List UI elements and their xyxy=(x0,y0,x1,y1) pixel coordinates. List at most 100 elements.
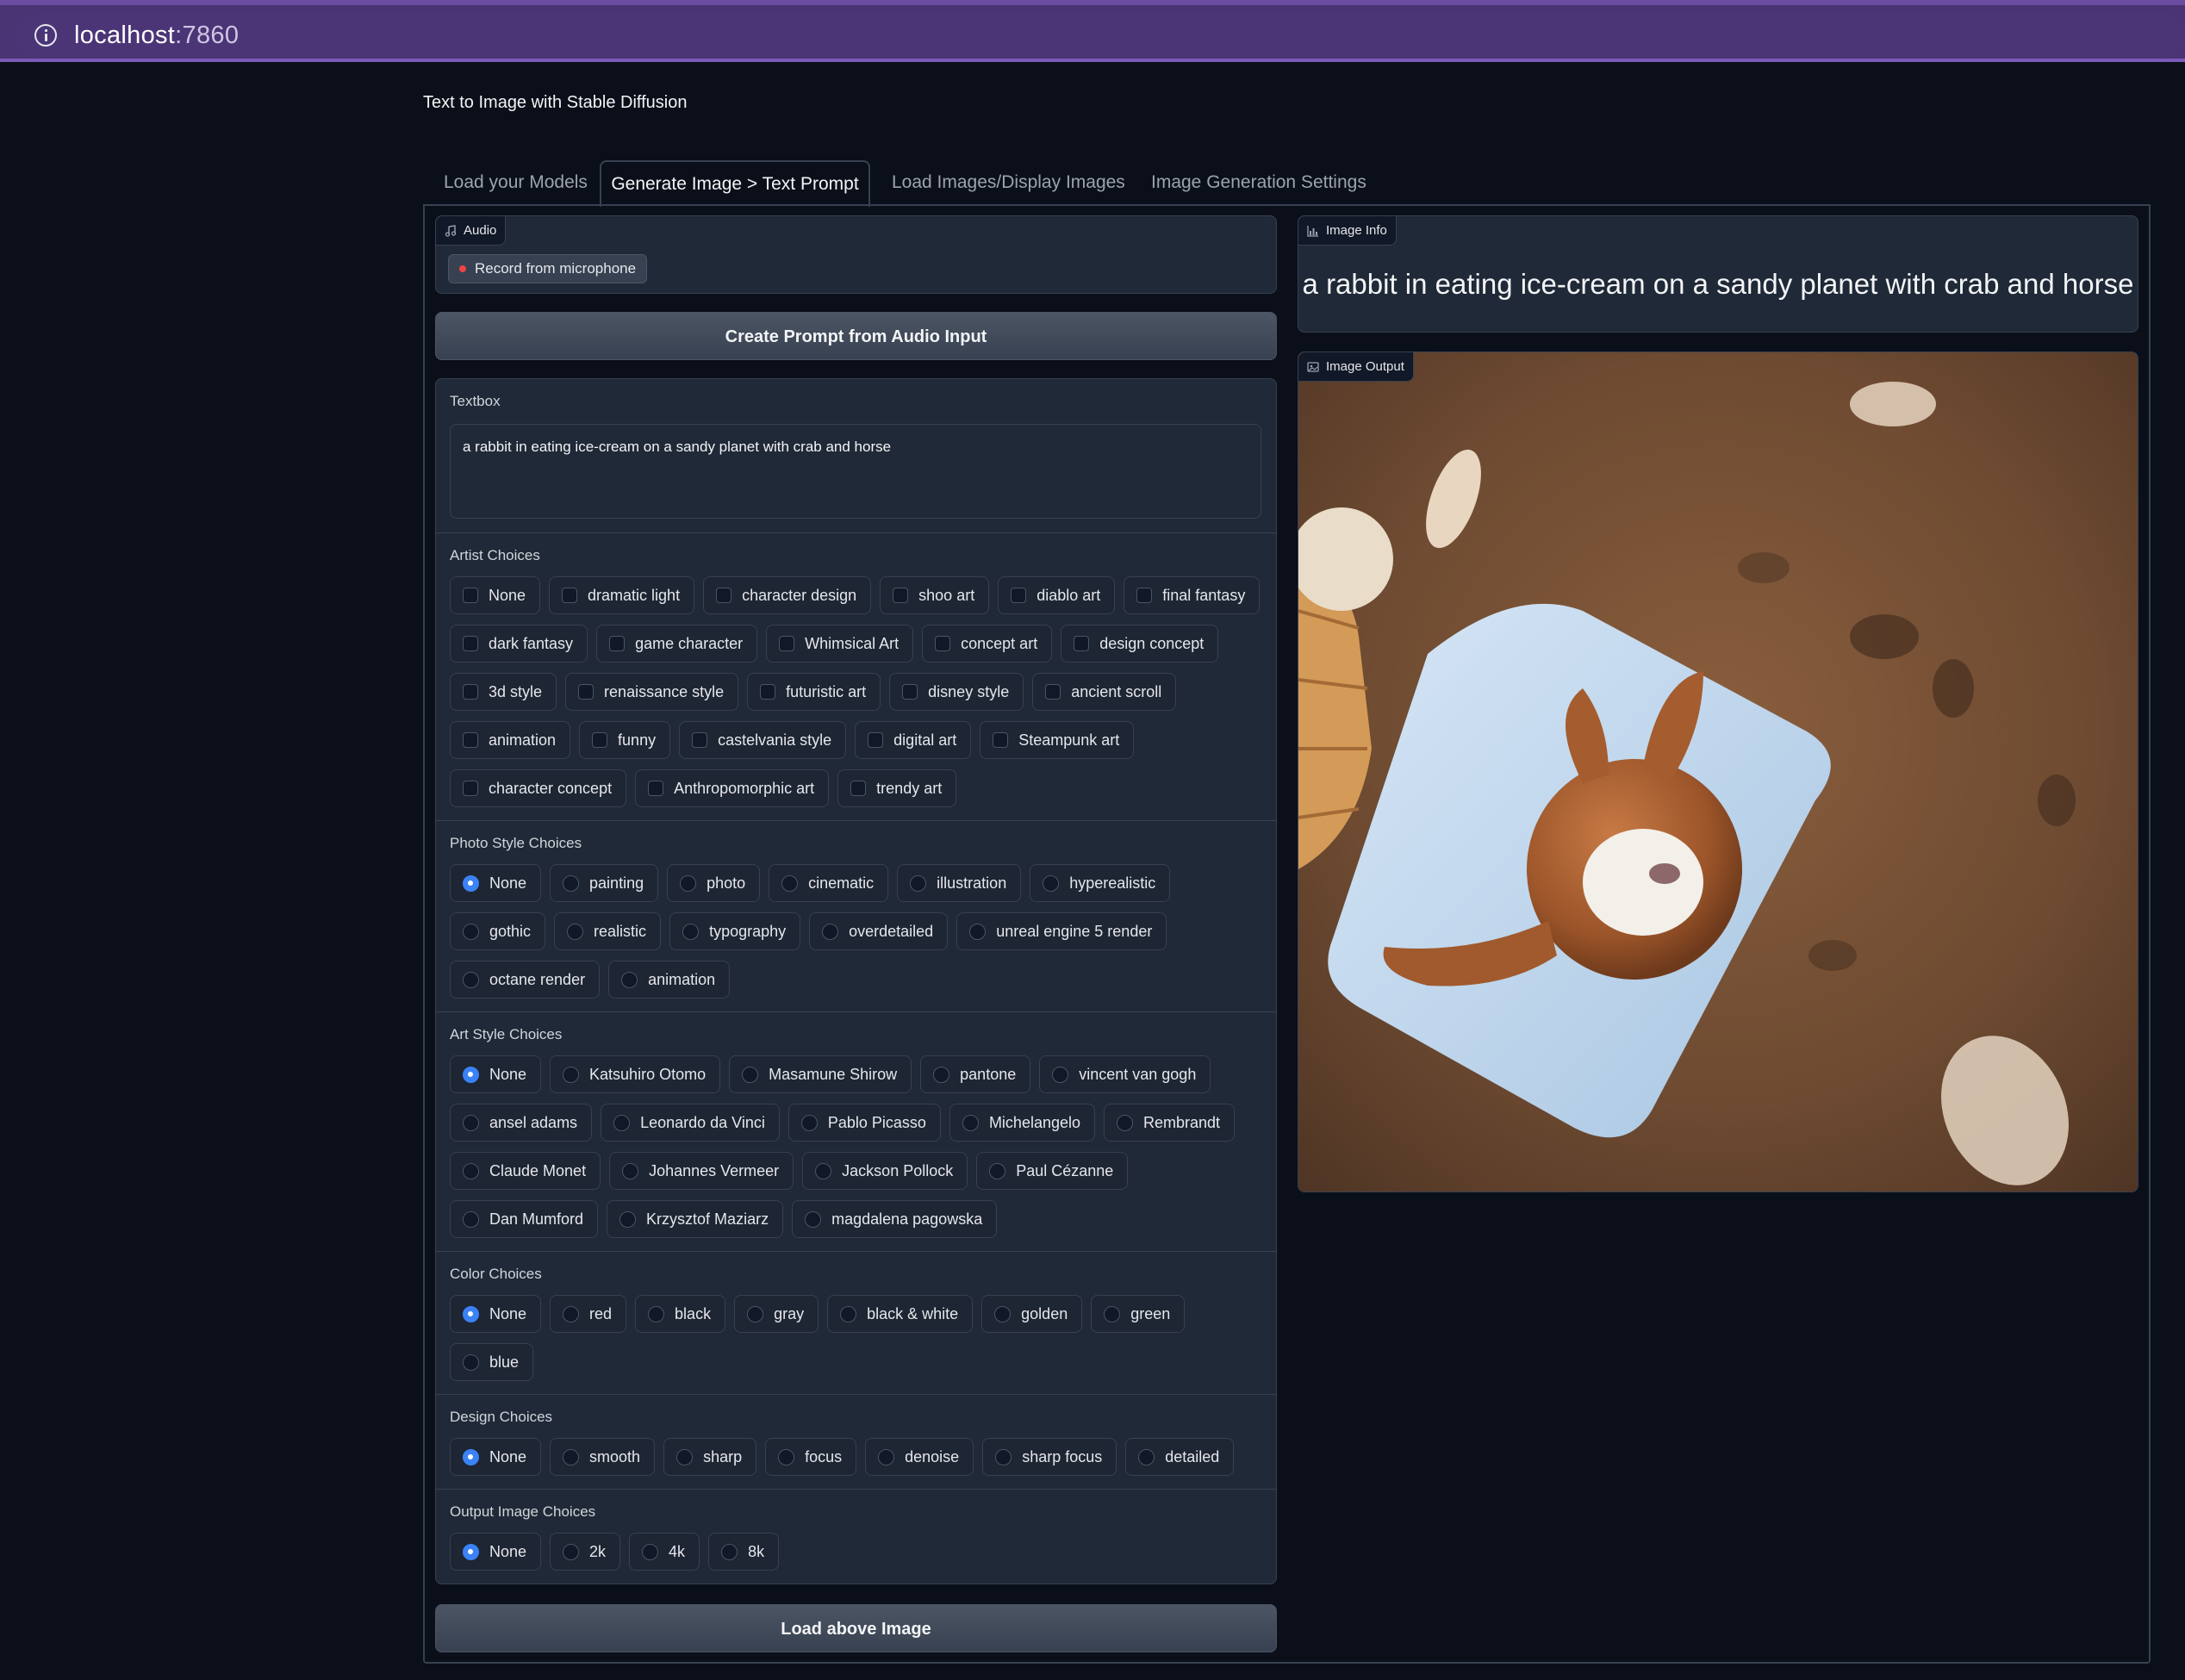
checkbox[interactable] xyxy=(1045,684,1061,700)
radio-button[interactable] xyxy=(463,1162,479,1179)
url-field[interactable]: localhost:7860 xyxy=(16,12,2185,59)
photo-style-option-none[interactable]: None xyxy=(450,864,542,902)
checkbox[interactable] xyxy=(609,636,626,651)
checkbox[interactable] xyxy=(716,588,732,603)
artist-option-character-concept[interactable]: character concept xyxy=(450,769,627,807)
color-option-red[interactable]: red xyxy=(550,1295,627,1333)
artist-option-game-character[interactable]: game character xyxy=(596,625,758,663)
art-style-option-none[interactable]: None xyxy=(450,1055,542,1093)
artist-option-digital-art[interactable]: digital art xyxy=(855,721,972,759)
checkbox[interactable] xyxy=(893,588,909,603)
photo-style-option-hyperealistic[interactable]: hyperealistic xyxy=(1030,864,1171,902)
radio-button[interactable] xyxy=(747,1305,764,1322)
radio-button[interactable] xyxy=(642,1543,659,1560)
color-option-none[interactable]: None xyxy=(450,1295,542,1333)
photo-style-option-unreal-engine-5-render[interactable]: unreal engine 5 render xyxy=(956,912,1167,950)
art-style-option-pablo-picasso[interactable]: Pablo Picasso xyxy=(787,1104,941,1142)
color-option-golden[interactable]: golden xyxy=(981,1295,1083,1333)
tab-load-display-images[interactable]: Load Images/Display Images xyxy=(892,160,1125,205)
radio-button[interactable] xyxy=(962,1114,979,1131)
artist-option-final-fantasy[interactable]: final fantasy xyxy=(1124,576,1261,614)
artist-option-3d-style[interactable]: 3d style xyxy=(450,673,557,711)
radio-button[interactable] xyxy=(1138,1448,1155,1465)
radio-button[interactable] xyxy=(682,923,700,940)
radio-button[interactable] xyxy=(648,1305,665,1322)
radio-button[interactable] xyxy=(463,971,479,988)
load-image-button[interactable]: Load above Image xyxy=(435,1604,1277,1652)
radio-button[interactable] xyxy=(778,1448,795,1465)
checkbox[interactable] xyxy=(562,588,578,603)
design-option-sharp[interactable]: sharp xyxy=(663,1438,757,1476)
output-image-option-2k[interactable]: 2k xyxy=(550,1533,621,1571)
design-option-sharp-focus[interactable]: sharp focus xyxy=(982,1438,1117,1476)
artist-option-animation[interactable]: animation xyxy=(450,721,571,759)
radio-button[interactable] xyxy=(994,1305,1012,1322)
radio-button[interactable] xyxy=(989,1162,1006,1179)
photo-style-option-realistic[interactable]: realistic xyxy=(554,912,662,950)
radio-button[interactable] xyxy=(613,1114,631,1131)
artist-option-shoo-art[interactable]: shoo art xyxy=(880,576,990,614)
checkbox[interactable] xyxy=(648,781,664,796)
radio-button[interactable] xyxy=(822,923,839,940)
artist-option-disney-style[interactable]: disney style xyxy=(889,673,1024,711)
output-image-option-8k[interactable]: 8k xyxy=(708,1533,780,1571)
radio-button[interactable] xyxy=(800,1114,818,1131)
checkbox[interactable] xyxy=(779,636,795,651)
art-style-option-paul-c-zanne[interactable]: Paul Cézanne xyxy=(976,1152,1129,1190)
checkbox[interactable] xyxy=(592,732,608,748)
checkbox[interactable] xyxy=(463,684,478,700)
radio-button[interactable] xyxy=(621,971,638,988)
radio-button[interactable] xyxy=(622,1162,639,1179)
radio-button[interactable] xyxy=(463,1305,479,1322)
checkbox[interactable] xyxy=(868,732,884,748)
color-option-blue[interactable]: blue xyxy=(450,1343,534,1381)
radio-button[interactable] xyxy=(815,1162,832,1179)
design-option-focus[interactable]: focus xyxy=(765,1438,857,1476)
radio-button[interactable] xyxy=(805,1210,822,1228)
color-option-gray[interactable]: gray xyxy=(734,1295,819,1333)
radio-button[interactable] xyxy=(463,1353,479,1371)
design-option-detailed[interactable]: detailed xyxy=(1125,1438,1235,1476)
radio-button[interactable] xyxy=(463,1114,479,1131)
radio-button[interactable] xyxy=(781,874,799,892)
photo-style-option-typography[interactable]: typography xyxy=(669,912,801,950)
photo-style-option-overdetailed[interactable]: overdetailed xyxy=(809,912,949,950)
artist-option-futuristic-art[interactable]: futuristic art xyxy=(747,673,881,711)
art-style-option-krzysztof-maziarz[interactable]: Krzysztof Maziarz xyxy=(607,1200,784,1238)
photo-style-option-animation[interactable]: animation xyxy=(608,961,731,999)
radio-button[interactable] xyxy=(1117,1114,1134,1131)
artist-option-steampunk-art[interactable]: Steampunk art xyxy=(980,721,1135,759)
design-option-none[interactable]: None xyxy=(450,1438,542,1476)
radio-button[interactable] xyxy=(910,874,927,892)
create-prompt-button[interactable]: Create Prompt from Audio Input xyxy=(435,312,1277,360)
tab-image-generation-settings[interactable]: Image Generation Settings xyxy=(1151,160,1366,205)
radio-button[interactable] xyxy=(563,1543,580,1560)
radio-button[interactable] xyxy=(721,1543,738,1560)
art-style-option-ansel-adams[interactable]: ansel adams xyxy=(450,1104,593,1142)
output-image-option-4k[interactable]: 4k xyxy=(629,1533,700,1571)
checkbox[interactable] xyxy=(993,732,1009,748)
radio-button[interactable] xyxy=(680,874,697,892)
color-option-black[interactable]: black xyxy=(635,1295,726,1333)
output-image-option-none[interactable]: None xyxy=(450,1533,542,1571)
checkbox[interactable] xyxy=(1011,588,1027,603)
checkbox[interactable] xyxy=(850,781,867,796)
info-icon[interactable] xyxy=(34,24,57,47)
artist-option-concept-art[interactable]: concept art xyxy=(922,625,1053,663)
artist-option-anthropomorphic-art[interactable]: Anthropomorphic art xyxy=(635,769,830,807)
checkbox[interactable] xyxy=(463,781,478,796)
photo-style-option-cinematic[interactable]: cinematic xyxy=(769,864,889,902)
art-style-option-michelangelo[interactable]: Michelangelo xyxy=(949,1104,1096,1142)
prompt-textbox[interactable]: a rabbit in eating ice-cream on a sandy … xyxy=(450,424,1261,519)
radio-button[interactable] xyxy=(463,874,479,892)
tab-generate-image[interactable]: Generate Image > Text Prompt xyxy=(600,160,870,207)
art-style-option-katsuhiro-otomo[interactable]: Katsuhiro Otomo xyxy=(550,1055,721,1093)
checkbox[interactable] xyxy=(935,636,951,651)
art-style-option-leonardo-da-vinci[interactable]: Leonardo da Vinci xyxy=(601,1104,780,1142)
art-style-option-vincent-van-gogh[interactable]: vincent van gogh xyxy=(1039,1055,1211,1093)
checkbox[interactable] xyxy=(578,684,594,700)
design-option-denoise[interactable]: denoise xyxy=(865,1438,974,1476)
checkbox[interactable] xyxy=(760,684,776,700)
artist-option-design-concept[interactable]: design concept xyxy=(1061,625,1219,663)
radio-button[interactable] xyxy=(1052,1066,1069,1083)
